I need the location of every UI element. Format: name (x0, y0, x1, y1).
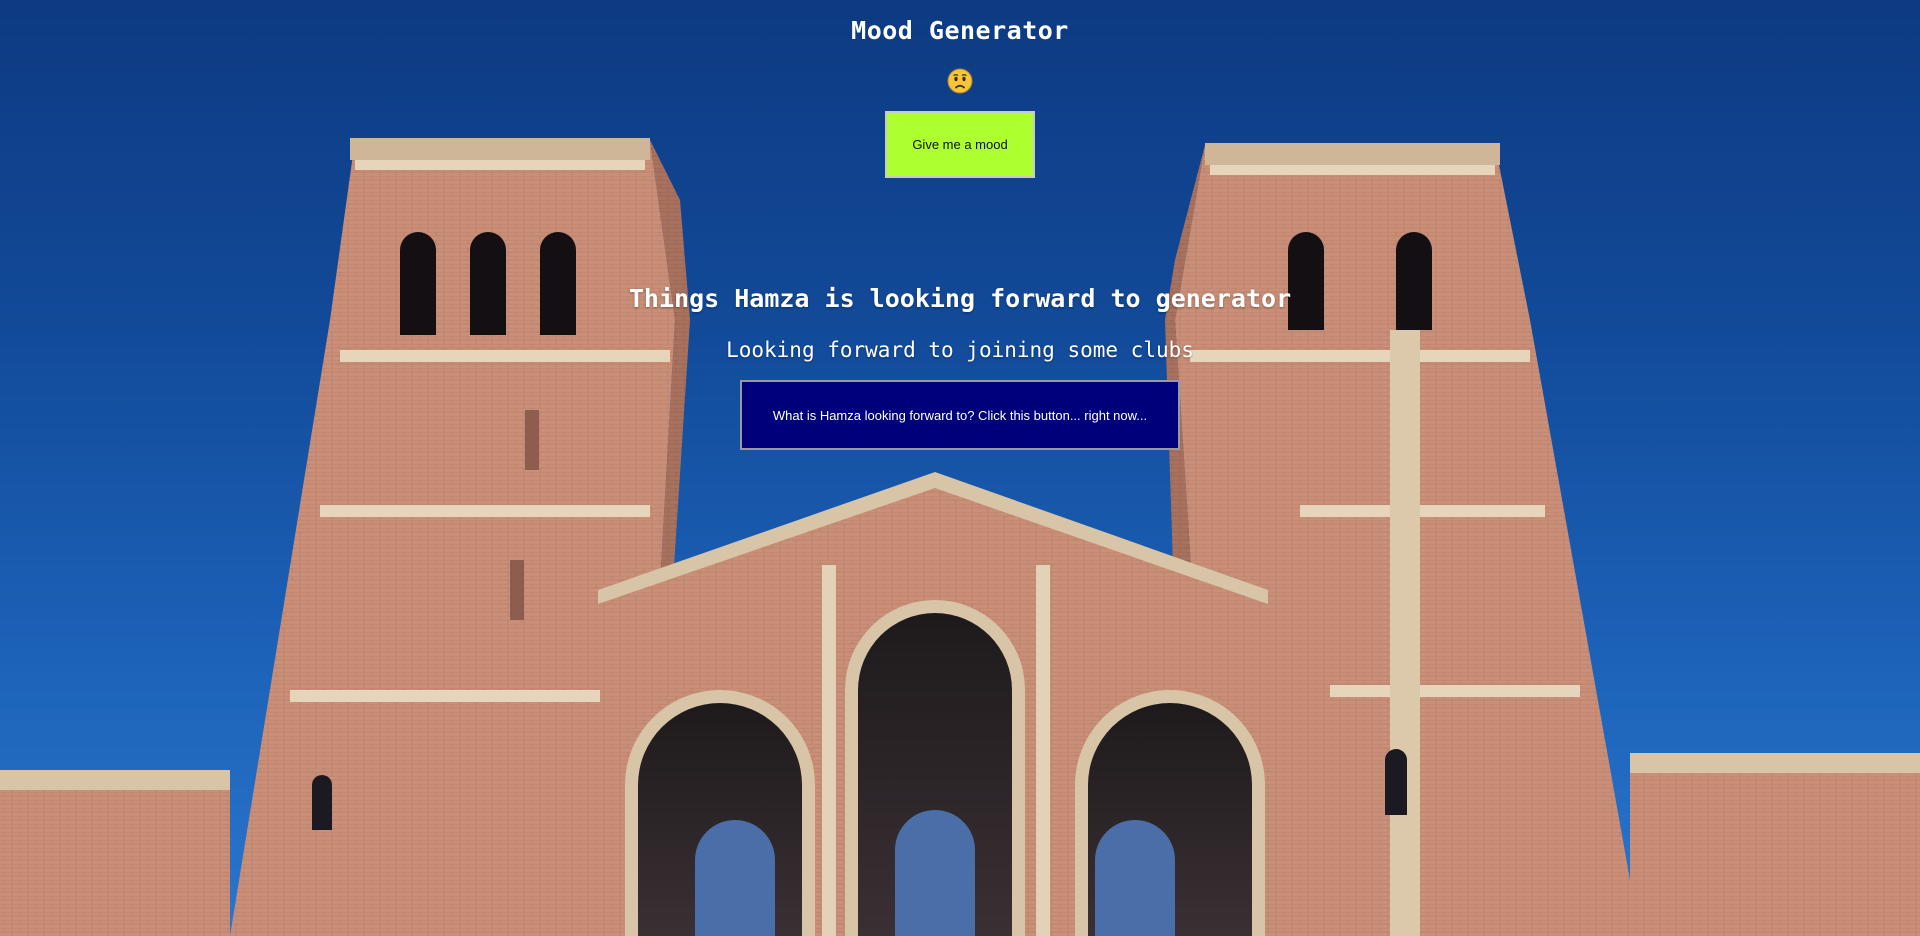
page-title: Mood Generator (851, 16, 1069, 45)
looking-forward-button[interactable]: What is Hamza looking forward to? Click … (740, 380, 1180, 450)
forward-heading: Things Hamza is looking forward to gener… (628, 284, 1292, 313)
worried-face-icon (947, 68, 973, 94)
give-mood-button[interactable]: Give me a mood (885, 111, 1035, 178)
forward-text: Looking forward to joining some clubs (726, 338, 1194, 362)
page-content: Mood Generator Give me a mood Things Ham… (0, 0, 1920, 936)
